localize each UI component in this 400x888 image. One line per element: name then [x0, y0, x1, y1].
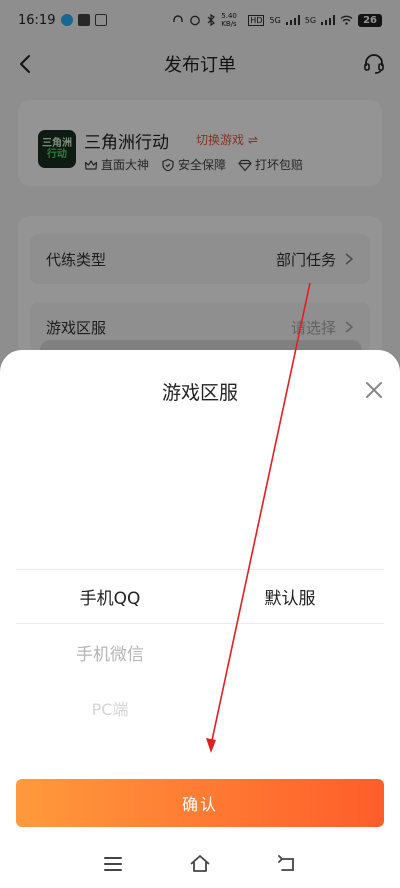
system-nav-bar	[0, 840, 400, 888]
home-icon[interactable]	[189, 853, 211, 875]
server-picker-sheet: 游戏区服 手机QQ 手机微信 PC端 默认服 确认	[0, 350, 400, 888]
menu-icon[interactable]	[102, 853, 124, 875]
confirm-button[interactable]: 确认	[16, 779, 384, 827]
picker-column-server[interactable]: 默认服	[180, 350, 400, 750]
back-nav-icon[interactable]	[276, 853, 298, 875]
picker-option-selected[interactable]: 默认服	[180, 584, 400, 609]
